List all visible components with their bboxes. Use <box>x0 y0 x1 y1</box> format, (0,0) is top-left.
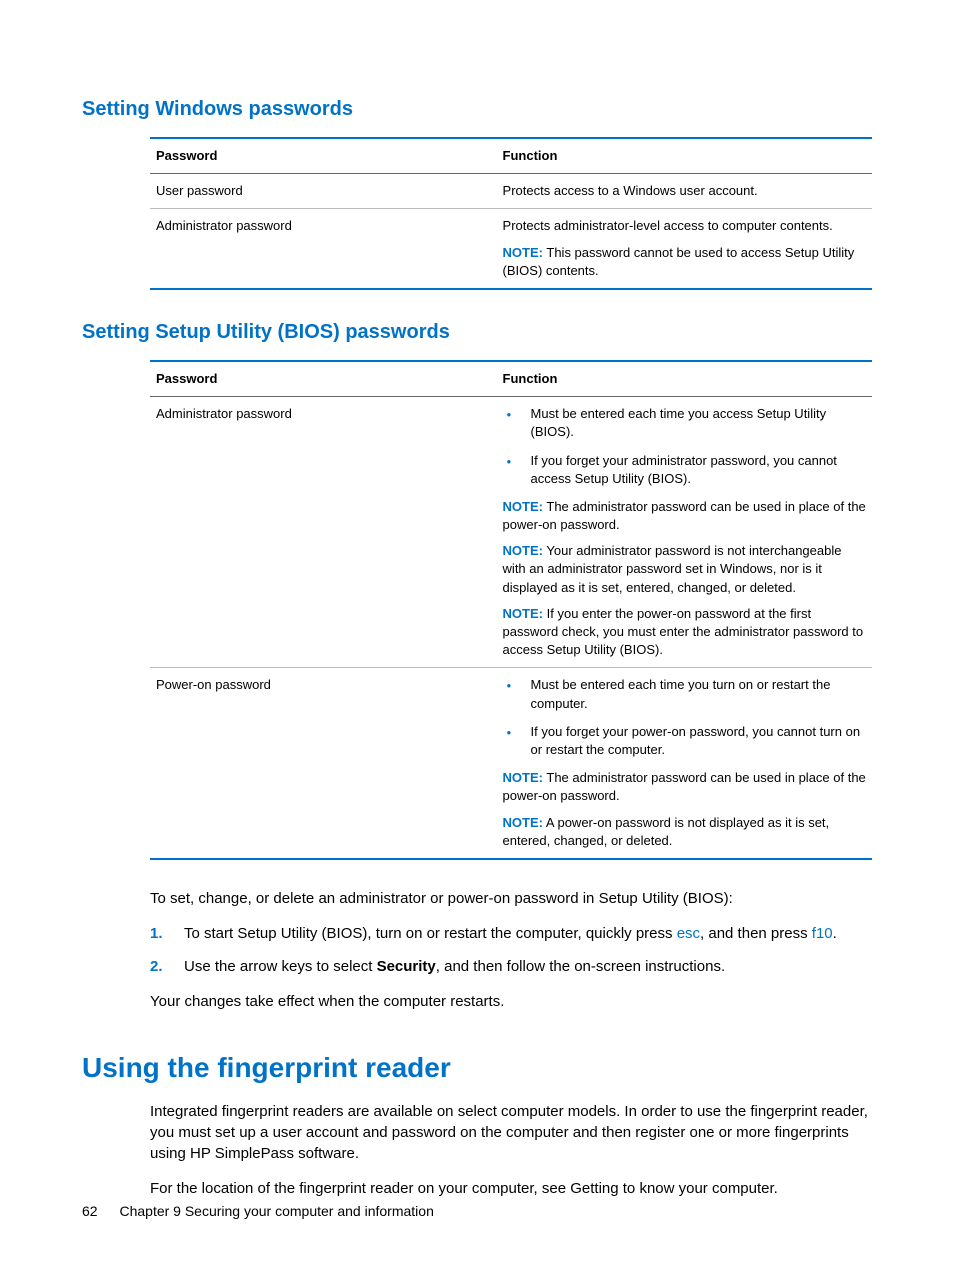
cell-password: User password <box>150 174 497 209</box>
table-row: Power-on password Must be entered each t… <box>150 668 872 859</box>
step-text: . <box>833 925 837 942</box>
table-row: Administrator password Must be entered e… <box>150 397 872 668</box>
cell-function: Must be entered each time you access Set… <box>497 397 872 668</box>
step-text: To start Setup Utility (BIOS), turn on o… <box>184 925 677 942</box>
note-label: NOTE: <box>503 606 543 621</box>
cell-function: Must be entered each time you turn on or… <box>497 668 872 859</box>
step-number: 1. <box>150 923 163 944</box>
note-text: The administrator password can be used i… <box>503 499 866 532</box>
cell-function: Protects administrator-level access to c… <box>497 209 872 289</box>
chapter-label: Chapter 9 Securing your computer and inf… <box>119 1203 433 1219</box>
th-function: Function <box>497 138 872 174</box>
th-password: Password <box>150 138 497 174</box>
bullet-item: If you forget your power-on password, yo… <box>503 723 866 759</box>
note-text: The administrator password can be used i… <box>503 770 866 803</box>
page-footer: 62 Chapter 9 Securing your computer and … <box>82 1202 434 1222</box>
th-function: Function <box>497 361 872 397</box>
fingerprint-para1: Integrated fingerprint readers are avail… <box>150 1101 872 1164</box>
kbd-f10: f10 <box>812 925 833 942</box>
note-text: Your administrator password is not inter… <box>503 543 842 594</box>
th-password: Password <box>150 361 497 397</box>
cell-password: Administrator password <box>150 397 497 668</box>
step-text: , and then press <box>700 925 812 942</box>
heading-setting-bios-passwords: Setting Setup Utility (BIOS) passwords <box>82 318 872 346</box>
kbd-esc: esc <box>677 925 700 942</box>
note-text: If you enter the power-on password at th… <box>503 606 864 657</box>
cell-password: Administrator password <box>150 209 497 289</box>
steps-list: 1. To start Setup Utility (BIOS), turn o… <box>150 923 872 977</box>
heading-setting-windows-passwords: Setting Windows passwords <box>82 95 872 123</box>
cell-password: Power-on password <box>150 668 497 859</box>
note-text: A power-on password is not displayed as … <box>503 815 830 848</box>
note-label: NOTE: <box>503 245 543 260</box>
heading-fingerprint-reader: Using the fingerprint reader <box>82 1048 872 1087</box>
cell-function: Protects access to a Windows user accoun… <box>497 174 872 209</box>
table-row: User password Protects access to a Windo… <box>150 174 872 209</box>
step-text: , and then follow the on-screen instruct… <box>436 958 725 975</box>
table-bios-passwords: Password Function Administrator password… <box>150 360 872 860</box>
note-text: This password cannot be used to access S… <box>503 245 855 278</box>
note-label: NOTE: <box>503 543 543 558</box>
fingerprint-para2: For the location of the fingerprint read… <box>150 1178 872 1199</box>
note-label: NOTE: <box>503 815 543 830</box>
bullet-item: Must be entered each time you turn on or… <box>503 676 866 712</box>
bullet-item: Must be entered each time you access Set… <box>503 405 866 441</box>
page-number: 62 <box>82 1203 98 1219</box>
step-bold: Security <box>377 958 436 975</box>
note-label: NOTE: <box>503 499 543 514</box>
bullet-item: If you forget your administrator passwor… <box>503 452 866 488</box>
intro-paragraph: To set, change, or delete an administrat… <box>150 888 872 909</box>
table-windows-passwords: Password Function User password Protects… <box>150 137 872 290</box>
note-label: NOTE: <box>503 770 543 785</box>
step-item: 1. To start Setup Utility (BIOS), turn o… <box>150 923 872 944</box>
step-item: 2. Use the arrow keys to select Security… <box>150 956 872 977</box>
step-number: 2. <box>150 956 163 977</box>
step-text: Use the arrow keys to select <box>184 958 377 975</box>
closing-paragraph: Your changes take effect when the comput… <box>150 991 872 1012</box>
cell-function-text: Protects administrator-level access to c… <box>503 218 833 233</box>
table-row: Administrator password Protects administ… <box>150 209 872 289</box>
